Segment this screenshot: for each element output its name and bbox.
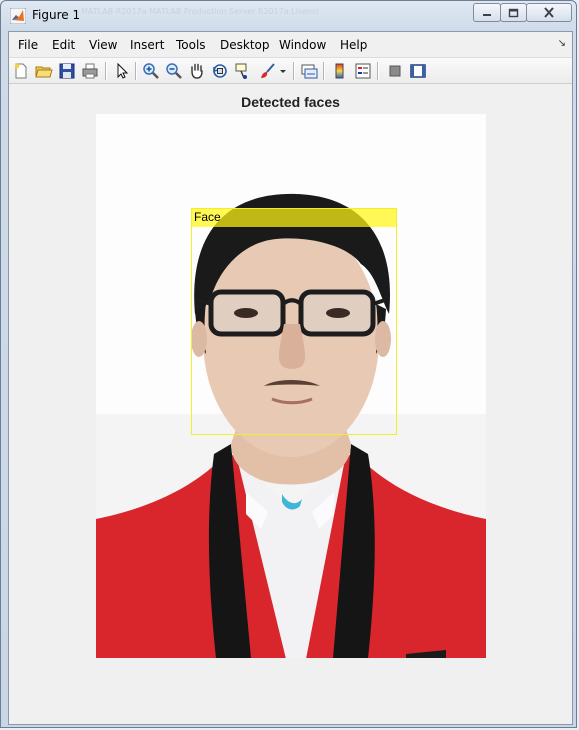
face-bounding-box [191, 208, 397, 435]
open-file-icon [35, 66, 53, 78]
zoom-in-icon [143, 63, 159, 79]
face-photo: Face [96, 114, 486, 658]
save-icon [59, 63, 75, 79]
toolbar-separator [323, 62, 325, 80]
insert-legend-icon [355, 63, 371, 79]
new-figure-icon [14, 63, 27, 79]
matlab-logo-icon [10, 8, 26, 24]
figure-toolbar [9, 57, 572, 84]
hide-plot-tools-icon [389, 65, 401, 77]
pan-hand-icon [191, 63, 203, 79]
dock-arrow-icon[interactable]: ↘ [558, 38, 566, 49]
show-plot-tools-icon [410, 64, 426, 78]
menu-bar: File Edit View Insert Tools Desktop Wind… [9, 32, 572, 57]
menu-tools[interactable]: Tools [176, 38, 206, 52]
figure-window: Figure 1 MATLAB R2017a MATLAB Production… [0, 0, 577, 728]
zoom-out-icon [166, 63, 182, 79]
link-plot-button[interactable] [300, 62, 318, 80]
rotate-3d-icon [213, 64, 227, 78]
menu-window[interactable]: Window [279, 38, 326, 52]
close-button[interactable] [526, 3, 572, 22]
insert-colorbar-icon [335, 63, 344, 79]
insert-legend-button[interactable] [354, 62, 372, 80]
data-cursor-button[interactable] [234, 62, 252, 80]
chevron-down-icon [280, 70, 286, 73]
menu-desktop[interactable]: Desktop [220, 38, 270, 52]
pan-button[interactable] [188, 62, 206, 80]
minimize-button[interactable] [473, 3, 501, 22]
rotate-3d-button[interactable] [211, 62, 229, 80]
insert-colorbar-button[interactable] [331, 62, 349, 80]
link-plot-icon [301, 64, 318, 79]
menu-insert[interactable]: Insert [130, 38, 164, 52]
menu-view[interactable]: View [89, 38, 117, 52]
brush-icon [261, 63, 275, 78]
brush-dropdown-button[interactable] [279, 62, 287, 80]
edit-plot-button[interactable] [113, 62, 131, 80]
toolbar-separator [293, 62, 295, 80]
zoom-out-button[interactable] [165, 62, 183, 80]
background-window-title: MATLAB R2017a MATLAB Production Server R… [81, 7, 319, 16]
save-button[interactable] [58, 62, 76, 80]
minimize-icon [483, 13, 491, 16]
toolbar-separator [105, 62, 107, 80]
print-icon [82, 63, 98, 79]
menu-help[interactable]: Help [340, 38, 367, 52]
close-icon [544, 7, 554, 18]
brush-button[interactable] [259, 62, 277, 80]
new-figure-button[interactable] [12, 62, 30, 80]
menu-edit[interactable]: Edit [52, 38, 75, 52]
restore-icon [508, 8, 519, 17]
toolbar-separator [377, 62, 379, 80]
zoom-in-button[interactable] [142, 62, 160, 80]
axes-title: Detected faces [241, 94, 340, 110]
title-bar[interactable]: Figure 1 MATLAB R2017a MATLAB Production… [1, 1, 576, 31]
print-button[interactable] [81, 62, 99, 80]
show-plot-tools-button[interactable] [409, 62, 427, 80]
maximize-button[interactable] [500, 3, 527, 22]
figure-client-area: File Edit View Insert Tools Desktop Wind… [8, 31, 573, 725]
data-cursor-icon [235, 63, 247, 79]
hide-plot-tools-button[interactable] [386, 62, 404, 80]
edit-plot-arrow-icon [117, 62, 129, 79]
open-file-button[interactable] [35, 62, 53, 80]
menu-file[interactable]: File [18, 38, 38, 52]
toolbar-separator [135, 62, 137, 80]
window-title: Figure 1 [32, 8, 81, 22]
